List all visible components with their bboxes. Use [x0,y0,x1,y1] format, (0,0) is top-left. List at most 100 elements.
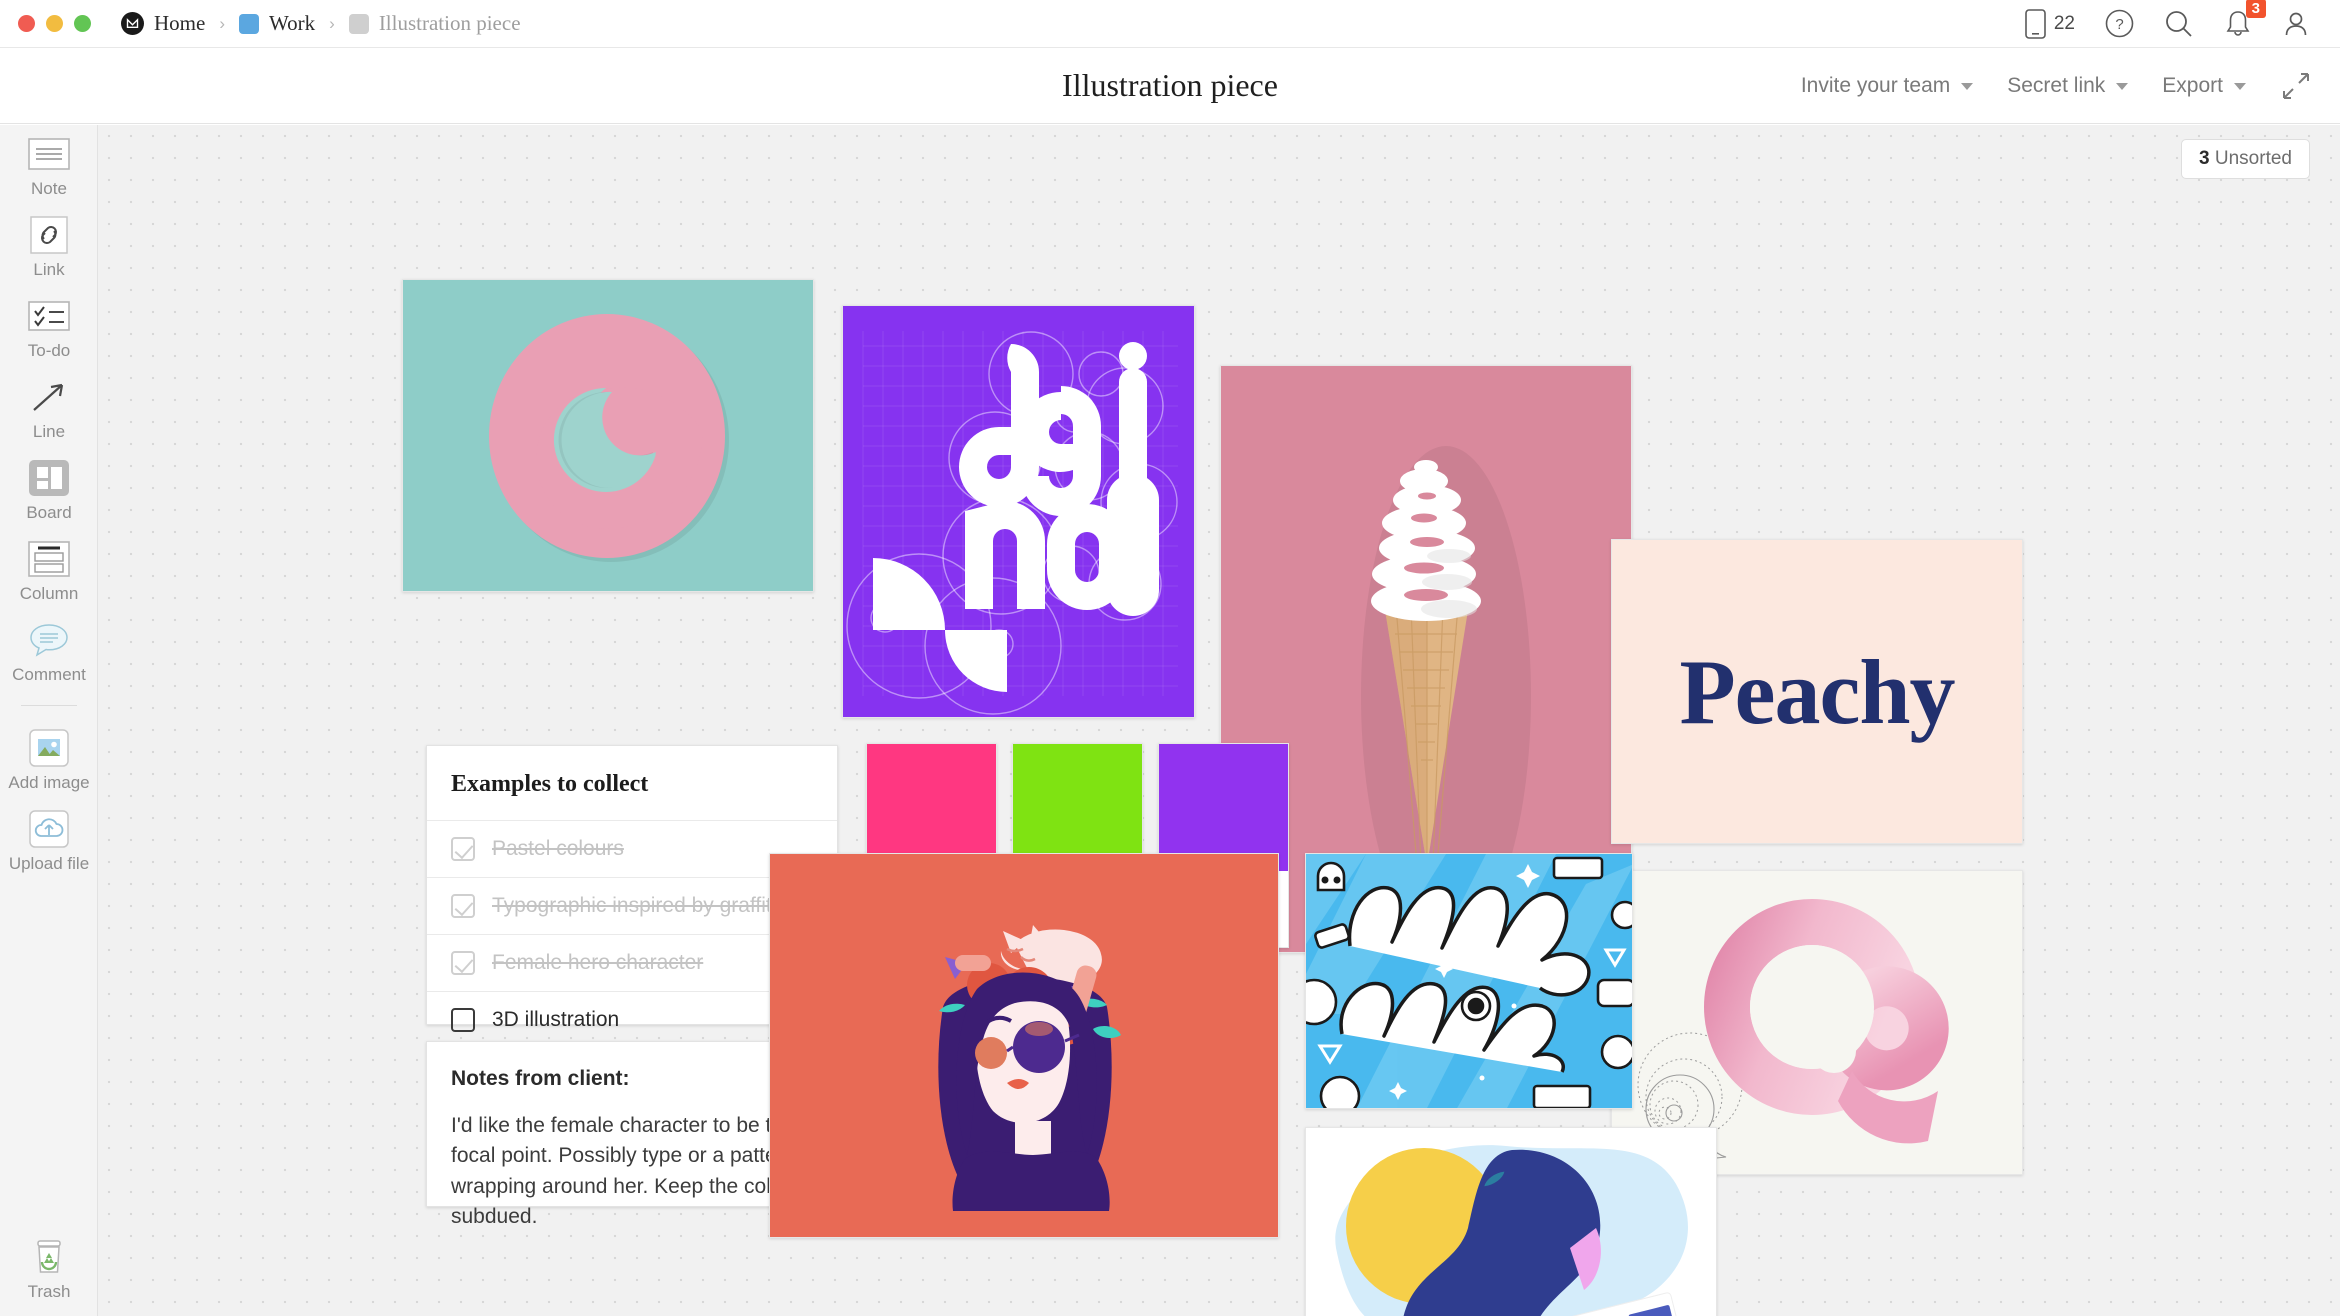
sidebar-tool-link[interactable]: Link [0,206,98,287]
swatch-color-fill [867,744,996,871]
todo-card-title: Examples to collect [451,771,649,797]
todo-icon [26,296,72,336]
minimize-window-button[interactable] [46,15,63,32]
female-character-illustration-image [770,854,1278,1237]
titlebar-actions: 22 ? 3 [2025,0,2340,39]
card-purple-typographic-poster[interactable] [842,305,1195,718]
phone-count: 22 [2053,12,2075,34]
card-abstract-blob-illustration[interactable] [1305,1127,1717,1316]
tool-sidebar: Note Link To-do Line Board Column Commen… [0,125,98,1316]
chevron-down-icon [1961,82,1974,90]
checkbox-checked-icon[interactable] [451,837,475,861]
sidebar-label-todo: To-do [27,341,71,360]
link-icon [26,215,72,255]
expand-arrows-icon[interactable] [2280,70,2312,102]
folder-square-icon [239,13,259,34]
header-actions: Invite your team Secret link Export [1801,48,2312,124]
sidebar-tool-trash[interactable]: Trash [0,1237,98,1302]
sidebar-tool-note[interactable]: Note [0,125,98,206]
todo-item-label: 3D illustration [492,1008,620,1031]
board-icon [26,458,72,498]
sidebar-label-trash: Trash [27,1282,71,1301]
trash-recycle-icon [26,1237,72,1277]
page-title: Illustration piece [1062,67,1278,103]
export-label: Export [2162,74,2223,97]
notification-badge: 3 [2245,0,2266,18]
sidebar-tool-add-image[interactable]: Add image [0,719,98,800]
sidebar-label-line: Line [32,422,66,441]
maximize-window-button[interactable] [74,15,91,32]
chevron-down-icon-2 [2116,82,2129,90]
sidebar-label-comment: Comment [12,665,86,684]
card-blue-graffiti-lettering[interactable] [1305,853,1633,1109]
blue-graffiti-lettering-image [1306,854,1632,1108]
sidebar-tool-line[interactable]: Line [0,368,98,449]
sidebar-divider [20,705,77,706]
breadcrumb-label-current: Illustration piece [378,11,521,35]
breadcrumb-label-home: Home [154,11,206,35]
swatch-color-fill [1013,744,1142,871]
phone-icon[interactable]: 22 [2025,8,2075,39]
sidebar-label-note: Note [31,179,67,198]
breadcrumb: Home › Work › Illustration piece [121,11,521,36]
sidebar-tool-upload-file[interactable]: Upload file [0,800,98,881]
peachy-wordmark-text: Peachy [1679,640,1955,743]
add-image-icon [26,728,72,768]
purple-typographic-poster-image [843,306,1194,717]
breadcrumb-item-current[interactable]: Illustration piece [348,11,521,36]
unsorted-label: Unsorted [2214,148,2292,169]
invite-your-team-button[interactable]: Invite your team [1800,74,1974,98]
folder-square-icon-current [348,13,369,34]
sidebar-tool-board[interactable]: Board [0,449,98,530]
todo-item-label: Typographic inspired by graffiti [492,894,777,917]
unsorted-count: 3 [2199,148,2210,169]
pastel-paper-circles-image [403,280,813,591]
board-header: Illustration piece Invite your team Secr… [0,48,2340,124]
abstract-blob-illustration-image [1306,1128,1716,1316]
notes-card-body: I'd like the female character to be the … [451,1114,812,1229]
breadcrumb-label-work: Work [269,11,316,35]
breadcrumb-item-home[interactable]: Home [121,11,205,36]
todo-item-label: Female hero character [492,951,704,974]
board-canvas[interactable]: 3 Unsorted Peachy Examples to collect Pa… [98,125,2340,1316]
svg-text:?: ? [2115,16,2123,33]
sidebar-tool-column[interactable]: Column [0,530,98,611]
sidebar-label-upload-file: Upload file [8,854,90,873]
note-icon [26,134,72,174]
checkbox-unchecked-icon[interactable] [451,1008,475,1032]
account-icon[interactable] [2282,10,2310,38]
close-window-button[interactable] [18,15,35,32]
window-controls [0,15,91,32]
todo-item-label: Pastel colours [492,837,624,860]
column-icon [26,539,72,579]
sidebar-tool-todo[interactable]: To-do [0,287,98,368]
export-button[interactable]: Export [2162,74,2246,98]
breadcrumb-separator: › [219,13,225,33]
sidebar-label-link: Link [33,260,65,279]
bell-icon[interactable]: 3 [2224,0,2266,39]
sidebar-label-column: Column [19,584,79,603]
swatch-color-fill [1159,744,1288,871]
sidebar-label-add-image: Add image [8,773,90,792]
help-icon[interactable]: ? [2105,9,2134,38]
invite-your-team-label: Invite your team [1800,74,1951,97]
secret-link-label: Secret link [2007,74,2106,97]
milanote-logo-icon [121,12,144,35]
card-peachy-wordmark[interactable]: Peachy [1611,539,2023,844]
comment-icon [26,620,72,660]
card-female-character-illustration[interactable] [769,853,1279,1238]
checkbox-checked-icon[interactable] [451,951,475,975]
sidebar-label-board: Board [26,503,72,522]
breadcrumb-item-work[interactable]: Work [239,11,315,36]
unsorted-badge[interactable]: 3 Unsorted [2181,139,2310,179]
chevron-down-icon-3 [2234,82,2246,90]
secret-link-button[interactable]: Secret link [2007,74,2129,98]
search-icon[interactable] [2164,9,2194,39]
breadcrumb-separator-2: › [329,13,335,33]
checkbox-checked-icon[interactable] [451,894,475,918]
sidebar-tool-comment[interactable]: Comment [0,611,98,692]
card-pastel-paper-circles[interactable] [402,279,814,592]
notes-card-title: Notes from client: [451,1067,630,1090]
title-bar: Home › Work › Illustration piece 22 ? 3 [0,0,2340,48]
line-arrow-icon [26,377,72,417]
